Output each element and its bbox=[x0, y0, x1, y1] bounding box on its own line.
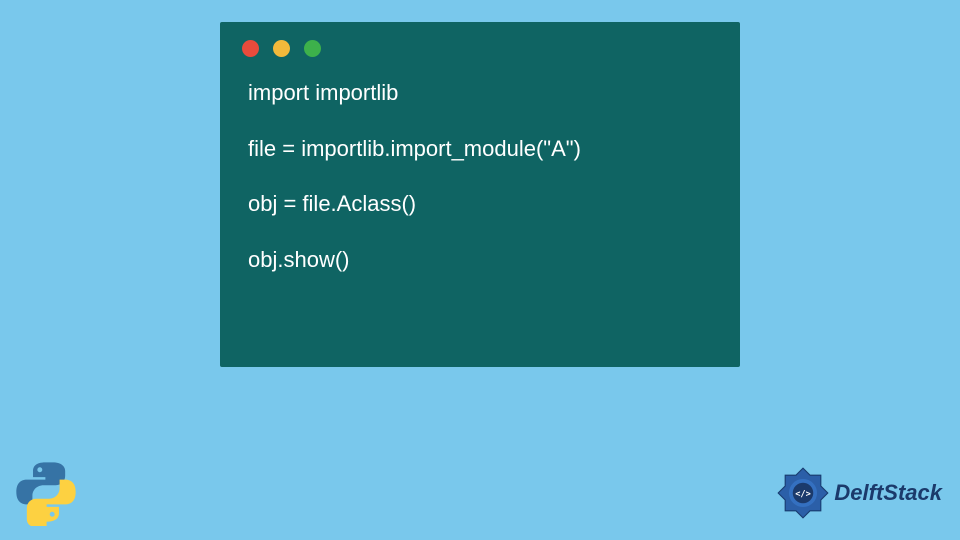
code-window: import importlib file = importlib.import… bbox=[220, 22, 740, 367]
svg-text:</>: </> bbox=[796, 489, 812, 499]
code-line: obj.show() bbox=[248, 245, 720, 275]
delftstack-badge-icon: </> bbox=[776, 466, 830, 520]
minimize-icon bbox=[273, 40, 290, 57]
code-line: file = importlib.import_module("A") bbox=[248, 134, 720, 164]
python-logo-icon bbox=[12, 458, 80, 526]
delftstack-logo: </> DelftStack bbox=[776, 466, 942, 520]
code-line: obj = file.Aclass() bbox=[248, 189, 720, 219]
delftstack-label: DelftStack bbox=[834, 480, 942, 506]
close-icon bbox=[242, 40, 259, 57]
maximize-icon bbox=[304, 40, 321, 57]
window-controls bbox=[242, 40, 321, 57]
code-block: import importlib file = importlib.import… bbox=[248, 78, 720, 275]
code-line: import importlib bbox=[248, 78, 720, 108]
